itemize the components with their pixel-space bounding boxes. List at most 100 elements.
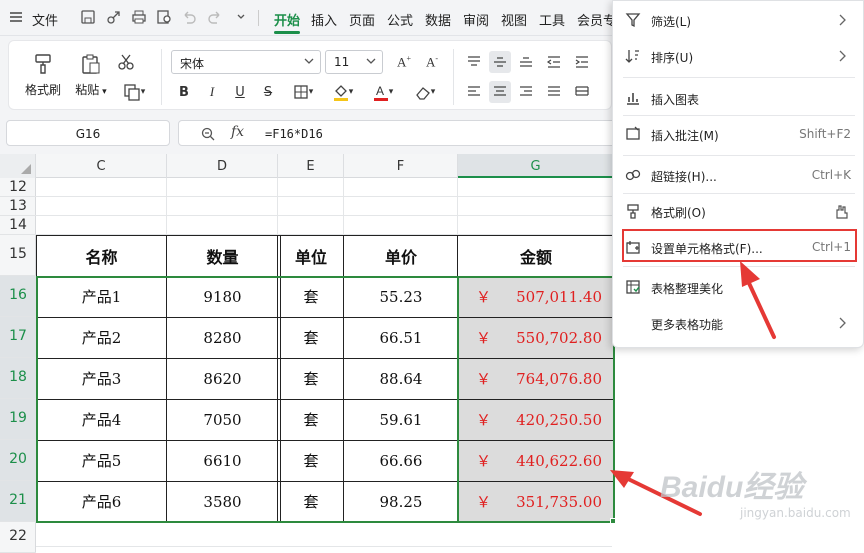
- cell-price[interactable]: 55.23: [344, 276, 458, 317]
- row-header[interactable]: 22: [0, 522, 36, 553]
- tab-tools[interactable]: 工具: [539, 10, 565, 29]
- save-icon[interactable]: [80, 9, 96, 25]
- cell-price[interactable]: 88.64: [344, 358, 458, 399]
- select-all-corner[interactable]: [0, 154, 36, 178]
- cell-name[interactable]: 产品5: [36, 440, 167, 481]
- cell-unit[interactable]: 套: [278, 276, 344, 317]
- tab-insert[interactable]: 插入: [311, 10, 337, 29]
- cell-price[interactable]: 66.66: [344, 440, 458, 481]
- formula-text[interactable]: =F16*D16: [265, 127, 323, 141]
- increase-indent-button[interactable]: [571, 51, 593, 73]
- tab-member[interactable]: 会员专: [577, 10, 616, 29]
- zoom-icon[interactable]: [201, 127, 215, 141]
- row-header[interactable]: 16: [0, 276, 36, 317]
- align-bottom-button[interactable]: [515, 51, 537, 73]
- cell-unit[interactable]: 套: [278, 358, 344, 399]
- column-header-c[interactable]: C: [36, 154, 167, 178]
- header-cell-qty[interactable]: 数量: [167, 235, 278, 276]
- font-name-select[interactable]: 宋体: [171, 50, 321, 74]
- name-box[interactable]: G16: [6, 120, 170, 146]
- header-cell-amount[interactable]: 金额: [458, 235, 614, 276]
- menu-item-sort[interactable]: 排序(U): [613, 39, 864, 73]
- bold-button[interactable]: B: [173, 81, 195, 103]
- cell-name[interactable]: 产品2: [36, 317, 167, 358]
- header-cell-price[interactable]: 单价: [344, 235, 458, 276]
- row-header[interactable]: 20: [0, 440, 36, 481]
- align-left-button[interactable]: [463, 81, 485, 103]
- row-header[interactable]: 21: [0, 481, 36, 522]
- menu-item-filter[interactable]: 筛选(L): [613, 3, 864, 37]
- increase-font-button[interactable]: A+: [393, 51, 415, 73]
- strikethrough-button[interactable]: S: [257, 81, 279, 103]
- cell-name[interactable]: 产品1: [36, 276, 167, 317]
- row-header[interactable]: 13: [0, 197, 36, 216]
- header-cell-name[interactable]: 名称: [36, 235, 167, 276]
- cell-price[interactable]: 59.61: [344, 399, 458, 440]
- more-chevron-icon[interactable]: [236, 9, 246, 25]
- tab-review[interactable]: 审阅: [463, 10, 489, 29]
- align-top-button[interactable]: [463, 51, 485, 73]
- cell-qty[interactable]: 3580: [167, 481, 278, 522]
- font-color-button[interactable]: A ▾: [367, 81, 399, 103]
- hamburger-menu-icon[interactable]: [8, 9, 24, 25]
- format-painter-button[interactable]: 格式刷: [23, 53, 63, 98]
- print-preview-icon[interactable]: [156, 9, 172, 25]
- cell-price[interactable]: 66.51: [344, 317, 458, 358]
- underline-button[interactable]: U: [229, 81, 251, 103]
- column-header-e[interactable]: E: [278, 154, 344, 178]
- decrease-font-button[interactable]: A-: [421, 51, 443, 73]
- row-header[interactable]: 14: [0, 216, 36, 235]
- function-icon[interactable]: fx: [231, 124, 244, 140]
- header-cell-unit[interactable]: 单位: [278, 235, 344, 276]
- cell-qty[interactable]: 9180: [167, 276, 278, 317]
- cell-qty[interactable]: 8620: [167, 358, 278, 399]
- justify-button[interactable]: [543, 81, 565, 103]
- cell-unit[interactable]: 套: [278, 399, 344, 440]
- clear-format-button[interactable]: ▾: [409, 81, 441, 103]
- cell-price[interactable]: 98.25: [344, 481, 458, 522]
- borders-button[interactable]: ▾: [287, 81, 319, 103]
- tab-home[interactable]: 开始: [274, 10, 300, 29]
- print-icon[interactable]: [131, 9, 147, 25]
- menu-item-hyperlink[interactable]: 超链接(H)... Ctrl+K: [613, 158, 864, 192]
- row-header[interactable]: 18: [0, 358, 36, 399]
- undo-icon[interactable]: [181, 9, 197, 25]
- align-middle-button[interactable]: [489, 51, 511, 73]
- fill-color-button[interactable]: ▾: [327, 81, 359, 103]
- paste-button[interactable]: 粘贴 ▾: [71, 53, 111, 98]
- column-header-d[interactable]: D: [167, 154, 278, 178]
- column-header-g[interactable]: G: [458, 154, 614, 178]
- align-center-button[interactable]: [489, 81, 511, 103]
- share-icon[interactable]: [106, 9, 122, 25]
- font-size-select[interactable]: 11: [325, 50, 383, 74]
- cut-button[interactable]: [115, 51, 137, 73]
- menu-item-format-painter[interactable]: 格式刷(O): [613, 194, 864, 228]
- distributed-button[interactable]: [571, 81, 593, 103]
- menu-file[interactable]: 文件: [32, 10, 58, 29]
- formula-input-area[interactable]: fx =F16*D16: [178, 120, 618, 146]
- cell-name[interactable]: 产品4: [36, 399, 167, 440]
- tab-page[interactable]: 页面: [349, 10, 375, 29]
- cell-qty[interactable]: 8280: [167, 317, 278, 358]
- column-header-f[interactable]: F: [344, 154, 458, 178]
- cell-unit[interactable]: 套: [278, 481, 344, 522]
- cell-name[interactable]: 产品6: [36, 481, 167, 522]
- tab-data[interactable]: 数据: [425, 10, 451, 29]
- tab-view[interactable]: 视图: [501, 10, 527, 29]
- row-header[interactable]: 15: [0, 235, 36, 276]
- row-header[interactable]: 19: [0, 399, 36, 440]
- decrease-indent-button[interactable]: [543, 51, 565, 73]
- cell-name[interactable]: 产品3: [36, 358, 167, 399]
- row-header[interactable]: 17: [0, 317, 36, 358]
- cell-unit[interactable]: 套: [278, 317, 344, 358]
- tab-formula[interactable]: 公式: [387, 10, 413, 29]
- menu-item-insert-comment[interactable]: 插入批注(M) Shift+F2: [613, 117, 864, 151]
- cell-qty[interactable]: 7050: [167, 399, 278, 440]
- menu-item-insert-chart[interactable]: 插入图表: [613, 81, 864, 115]
- align-right-button[interactable]: [515, 81, 537, 103]
- row-header[interactable]: 12: [0, 178, 36, 197]
- italic-button[interactable]: I: [201, 81, 223, 103]
- redo-icon[interactable]: [207, 9, 223, 25]
- cell-unit[interactable]: 套: [278, 440, 344, 481]
- copy-button[interactable]: ▾: [117, 81, 151, 103]
